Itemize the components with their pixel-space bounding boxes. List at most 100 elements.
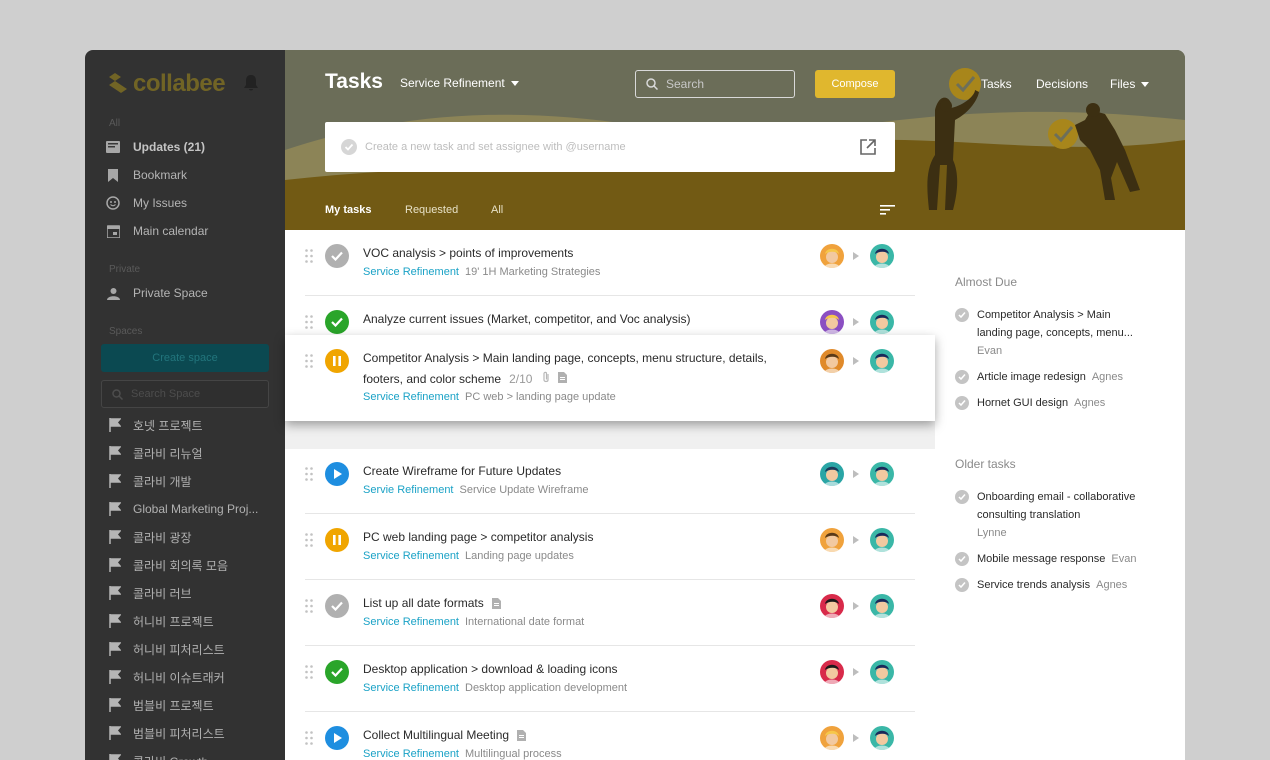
almost-due-item[interactable]: Competitor Analysis > Main landing page, … (955, 306, 1155, 360)
task-row-dragging[interactable]: Competitor Analysis > Main landing page,… (285, 335, 935, 421)
task-status-check-icon[interactable] (325, 244, 349, 268)
sidebar-item-space[interactable]: 콜라비 러브 (109, 583, 279, 603)
flag-icon (109, 726, 123, 740)
nav-files[interactable]: Files (1110, 77, 1150, 91)
flag-icon (109, 614, 123, 628)
requester-avatar[interactable] (820, 660, 844, 684)
sidebar-item-updates[interactable]: Updates (21) (85, 135, 285, 159)
task-title[interactable]: PC web landing page > competitor analysi… (363, 530, 593, 544)
task-space-link[interactable]: Service Refinement (363, 391, 459, 403)
almost-due-item[interactable]: Hornet GUI design Agnes (955, 394, 1155, 412)
search-space-input[interactable]: Search Space (101, 380, 269, 408)
search-input[interactable]: Search (635, 70, 795, 98)
task-status-check-icon[interactable] (325, 660, 349, 684)
task-title[interactable]: Competitor Analysis > Main landing page,… (363, 351, 767, 365)
drag-handle-icon[interactable] (305, 665, 313, 679)
assignee-avatar[interactable] (870, 594, 894, 618)
assignee-avatar[interactable] (870, 349, 894, 373)
task-title[interactable]: List up all date formats (363, 596, 501, 610)
sort-icon[interactable] (880, 204, 896, 216)
space-selector[interactable]: Service Refinement (400, 76, 519, 90)
drag-handle-icon[interactable] (305, 731, 313, 745)
sidebar-item-my-issues[interactable]: My Issues (105, 191, 275, 215)
drag-handle-icon[interactable] (305, 354, 313, 368)
sidebar-item-space[interactable]: 콜라비 회의록 모음 (109, 555, 279, 575)
task-title[interactable]: VOC analysis > points of improvements (363, 246, 573, 260)
older-task-item[interactable]: Service trends analysis Agnes (955, 576, 1155, 594)
sidebar-item-space[interactable]: 콜라비 Growth (109, 751, 279, 760)
sidebar-item-space[interactable]: 콜라비 개발 (109, 471, 279, 491)
task-status-check-icon[interactable] (325, 594, 349, 618)
sidebar-item-space[interactable]: 콜라비 광장 (109, 527, 279, 547)
task-space-link[interactable]: Service Refinement (363, 616, 459, 628)
task-row[interactable]: Collect Multilingual Meeting Service Refi… (305, 712, 915, 760)
requester-avatar[interactable] (820, 726, 844, 750)
assignee-avatar[interactable] (870, 462, 894, 486)
task-row[interactable]: Create Wireframe for Future Updates Servi… (305, 448, 915, 514)
sidebar-item-main-calendar[interactable]: Main calendar (105, 219, 275, 243)
requester-avatar[interactable] (820, 528, 844, 552)
task-title-text: Competitor Analysis > Main landing page,… (363, 351, 767, 365)
task-row[interactable]: Desktop application > download & loading… (305, 646, 915, 712)
drag-handle-icon[interactable] (305, 533, 313, 547)
sidebar-item-space[interactable]: 콜라비 리뉴얼 (109, 443, 279, 463)
sidebar-item-space[interactable]: 허니비 피처리스트 (109, 639, 279, 659)
drag-handle-icon[interactable] (305, 467, 313, 481)
assignee-avatar[interactable] (870, 660, 894, 684)
task-status-pause-icon[interactable] (325, 349, 349, 373)
assignee-avatar[interactable] (870, 310, 894, 334)
sidebar-item-bookmark[interactable]: Bookmark (105, 163, 275, 187)
compose-button[interactable]: Compose (815, 70, 895, 98)
task-status-play-icon[interactable] (325, 726, 349, 750)
requester-avatar[interactable] (820, 310, 844, 334)
requester-avatar[interactable] (820, 349, 844, 373)
task-status-play-icon[interactable] (325, 462, 349, 486)
assignee-avatar[interactable] (870, 244, 894, 268)
tab-requested[interactable]: Requested (405, 204, 458, 216)
new-task-input[interactable]: Create a new task and set assignee with … (325, 122, 895, 172)
task-title-line2[interactable]: footers, and color scheme 2/10 (363, 371, 568, 386)
sidebar-item-space[interactable]: Global Marketing Proj... (109, 499, 279, 519)
tab-all[interactable]: All (491, 204, 503, 216)
requester-avatar[interactable] (820, 462, 844, 486)
task-title[interactable]: Analyze current issues (Market, competit… (363, 312, 690, 326)
task-row[interactable]: List up all date formats Service Refineme… (305, 580, 915, 646)
older-task-item[interactable]: Onboarding email - collaborative consulti… (955, 488, 1155, 542)
task-row[interactable]: PC web landing page > competitor analysi… (305, 514, 915, 580)
item-line1: Mobile message response (977, 553, 1106, 565)
bell-icon[interactable] (243, 74, 259, 97)
sidebar-item-space[interactable]: 범블비 프로젝트 (109, 695, 279, 715)
task-title[interactable]: Desktop application > download & loading… (363, 662, 618, 676)
open-external-icon[interactable] (859, 138, 877, 156)
create-space-button[interactable]: Create space (101, 344, 269, 372)
nav-tasks[interactable]: Tasks (981, 77, 1012, 91)
sidebar-item-space[interactable]: 허니비 프로젝트 (109, 611, 279, 631)
task-status-pause-icon[interactable] (325, 528, 349, 552)
nav-decisions[interactable]: Decisions (1036, 77, 1088, 91)
older-task-item[interactable]: Mobile message response Evan (955, 550, 1155, 568)
logo[interactable]: collabee (107, 70, 226, 98)
task-status-check-icon[interactable] (325, 310, 349, 334)
task-space-link[interactable]: Service Refinement (363, 550, 459, 562)
task-row[interactable]: VOC analysis > points of improvements Ser… (305, 230, 915, 296)
requester-avatar[interactable] (820, 594, 844, 618)
task-space-link[interactable]: Servie Refinement (363, 484, 454, 496)
assignee-avatar[interactable] (870, 528, 894, 552)
task-title[interactable]: Collect Multilingual Meeting (363, 728, 527, 742)
sidebar-item-space[interactable]: 범블비 피처리스트 (109, 723, 279, 743)
sidebar-item-private-space[interactable]: Private Space (105, 281, 275, 305)
task-space-link[interactable]: Service Refinement (363, 266, 459, 278)
drag-handle-icon[interactable] (305, 315, 313, 329)
drag-handle-icon[interactable] (305, 249, 313, 263)
task-space-link[interactable]: Service Refinement (363, 682, 459, 694)
almost-due-item[interactable]: Article image redesign Agnes (955, 368, 1155, 386)
updates-icon (105, 139, 121, 155)
task-space-link[interactable]: Service Refinement (363, 748, 459, 760)
sidebar-item-space[interactable]: 호넷 프로젝트 (109, 415, 279, 435)
task-title[interactable]: Create Wireframe for Future Updates (363, 464, 561, 478)
drag-handle-icon[interactable] (305, 599, 313, 613)
sidebar-item-space[interactable]: 허니비 이슈트래커 (109, 667, 279, 687)
requester-avatar[interactable] (820, 244, 844, 268)
assignee-avatar[interactable] (870, 726, 894, 750)
tab-my-tasks[interactable]: My tasks (325, 204, 371, 216)
